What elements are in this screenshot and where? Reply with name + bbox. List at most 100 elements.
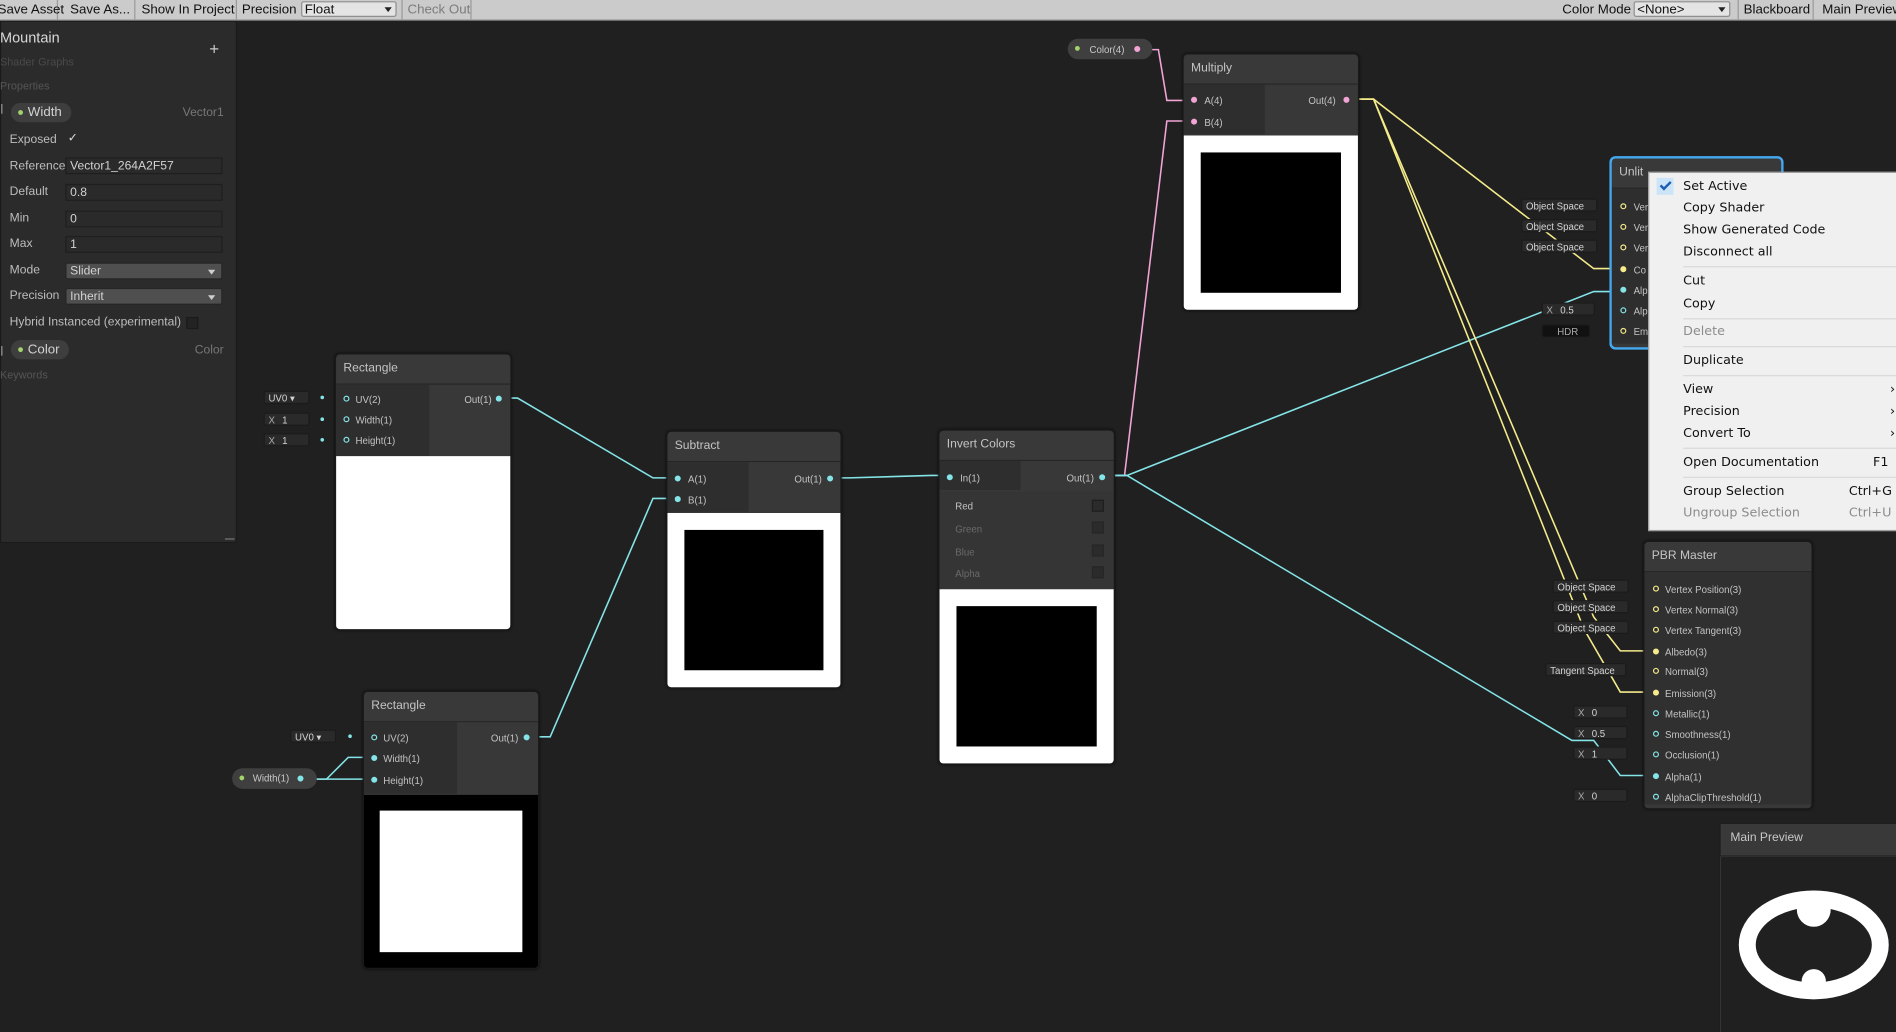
b-port[interactable]: [1191, 118, 1198, 125]
albedo-port[interactable]: [1652, 648, 1659, 655]
menu-item-precision[interactable]: Precision ›: [1683, 404, 1895, 419]
alpha-port[interactable]: [1620, 286, 1627, 293]
width-property-pill[interactable]: Width: [10, 102, 72, 123]
normal-port[interactable]: [1652, 667, 1659, 674]
save-asset-button[interactable]: Save Asset: [0, 0, 64, 20]
multiply-node[interactable]: Multiply A(4) B(4) Out(4): [1182, 53, 1360, 311]
menu-item-disconnect-all[interactable]: Disconnect all: [1683, 244, 1772, 259]
metallic-value-field[interactable]: X0: [1573, 705, 1628, 719]
space-dropdown[interactable]: Object Space: [1552, 620, 1629, 634]
a-port[interactable]: [674, 475, 681, 482]
alpha-clip-port[interactable]: [1620, 307, 1627, 314]
color-property-node[interactable]: Color(4): [1067, 38, 1153, 60]
min-field[interactable]: 0: [65, 210, 223, 228]
width-property-node[interactable]: Width(1): [232, 768, 317, 789]
hdr-color-field[interactable]: HDR: [1541, 324, 1591, 338]
a-port[interactable]: [1191, 96, 1198, 103]
uv-channel-dropdown[interactable]: UV0 ▾: [263, 390, 310, 405]
mode-dropdown[interactable]: Slider: [65, 262, 223, 280]
out-port[interactable]: [495, 395, 502, 402]
save-as-button[interactable]: Save As...: [65, 0, 136, 20]
space-dropdown[interactable]: Object Space: [1552, 600, 1629, 614]
pbr-master-node[interactable]: PBR Master Vertex Position(3) Vertex Nor…: [1643, 540, 1813, 810]
property-precision-dropdown[interactable]: Inherit: [65, 287, 223, 305]
alpha-clip-value-field[interactable]: X 0.5: [1541, 302, 1595, 316]
out-port[interactable]: [1343, 96, 1350, 103]
resize-handle[interactable]: [224, 538, 235, 540]
out-port[interactable]: [1099, 474, 1106, 481]
menu-item-copy[interactable]: Copy: [1683, 296, 1715, 311]
menu-item-delete[interactable]: Delete: [1683, 324, 1725, 339]
subtract-node[interactable]: Subtract A(1) B(1) Out(1): [666, 430, 842, 689]
add-property-button[interactable]: +: [209, 39, 219, 58]
vertex-position-port[interactable]: [1652, 585, 1659, 592]
green-checkbox[interactable]: [1091, 521, 1104, 534]
width-port[interactable]: [371, 754, 378, 761]
width-port[interactable]: [343, 416, 350, 423]
menu-item-duplicate[interactable]: Duplicate: [1683, 353, 1743, 368]
space-dropdown[interactable]: Tangent Space: [1545, 662, 1627, 677]
metallic-port[interactable]: [1652, 710, 1659, 717]
height-value-field[interactable]: X1: [263, 433, 310, 447]
red-checkbox[interactable]: [1091, 499, 1104, 512]
menu-item-view[interactable]: View ›: [1683, 382, 1895, 397]
width-value-field[interactable]: X1: [263, 412, 310, 426]
rectangle-node[interactable]: Rectangle UV(2) Width(1) Height(1) Out(1…: [334, 353, 512, 631]
color-property-pill[interactable]: Color: [10, 339, 70, 360]
show-in-project-button[interactable]: Show In Project: [137, 0, 237, 20]
smoothness-port[interactable]: [1652, 730, 1659, 737]
emission-port[interactable]: [1620, 327, 1627, 334]
space-dropdown[interactable]: Object Space: [1521, 198, 1598, 212]
blackboard-toggle[interactable]: Blackboard: [1737, 0, 1814, 20]
vertex-position-port[interactable]: [1620, 203, 1627, 210]
reference-field[interactable]: Vector1_264A2F57: [65, 157, 223, 175]
in-port[interactable]: [946, 474, 953, 481]
invert-colors-node[interactable]: Invert Colors In(1) Out(1) Red Green Blu…: [938, 429, 1115, 765]
menu-item-cut[interactable]: Cut: [1683, 273, 1705, 288]
menu-item-ungroup-selection[interactable]: Ungroup Selection Ctrl+U: [1683, 506, 1891, 521]
vertex-normal-port[interactable]: [1620, 223, 1627, 230]
main-preview-viewport[interactable]: [1720, 856, 1896, 1032]
vertex-normal-port[interactable]: [1652, 606, 1659, 613]
space-dropdown[interactable]: Object Space: [1521, 239, 1598, 253]
out-port[interactable]: [523, 734, 530, 741]
space-dropdown[interactable]: Object Space: [1552, 579, 1629, 593]
b-port[interactable]: [674, 496, 681, 503]
alpha-port[interactable]: [1652, 773, 1659, 780]
menu-item-show-generated-code[interactable]: Show Generated Code: [1683, 223, 1825, 238]
smoothness-value-field[interactable]: X 0.5: [1573, 725, 1628, 740]
out-port[interactable]: [827, 475, 834, 482]
height-port[interactable]: [371, 776, 378, 783]
hybrid-instanced-checkbox[interactable]: [186, 316, 199, 330]
out-port[interactable]: [1134, 45, 1141, 53]
color-mode-dropdown[interactable]: <None>: [1633, 1, 1731, 17]
check-out-button[interactable]: Check Out: [401, 0, 472, 20]
expand-width-arrow[interactable]: [1, 104, 6, 114]
alpha-clip-value-field[interactable]: X0: [1573, 788, 1628, 803]
uv-port[interactable]: [371, 734, 378, 741]
main-preview-toggle[interactable]: Main Preview: [1817, 0, 1896, 19]
emission-port[interactable]: [1652, 689, 1659, 696]
vertex-tangent-port[interactable]: [1652, 626, 1659, 633]
menu-item-open-documentation[interactable]: Open Documentation F1: [1683, 455, 1888, 470]
uv-port[interactable]: [343, 395, 350, 402]
out-port[interactable]: [297, 775, 304, 782]
uv-channel-dropdown[interactable]: UV0 ▾: [290, 729, 337, 743]
expand-color-arrow[interactable]: [1, 346, 6, 356]
color-port[interactable]: [1620, 266, 1627, 273]
vertex-tangent-port[interactable]: [1620, 244, 1627, 251]
menu-item-set-active[interactable]: Set Active: [1683, 179, 1747, 194]
rectangle-node[interactable]: Rectangle UV(2) Width(1) Height(1) Out(1…: [362, 690, 540, 970]
alpha-checkbox[interactable]: [1091, 566, 1104, 579]
default-field[interactable]: 0.8: [65, 183, 223, 201]
blue-checkbox[interactable]: [1091, 544, 1104, 557]
space-dropdown[interactable]: Object Space: [1521, 218, 1598, 233]
exposed-checkbox[interactable]: ✓: [68, 132, 78, 145]
height-port[interactable]: [343, 436, 350, 443]
occlusion-port[interactable]: [1652, 751, 1659, 758]
occlusion-value-field[interactable]: X1: [1573, 746, 1628, 760]
alpha-clip-threshold-port[interactable]: [1652, 793, 1659, 800]
precision-dropdown[interactable]: Float: [301, 1, 397, 17]
menu-item-convert-to[interactable]: Convert To ›: [1683, 426, 1895, 441]
max-field[interactable]: 1: [65, 235, 223, 253]
